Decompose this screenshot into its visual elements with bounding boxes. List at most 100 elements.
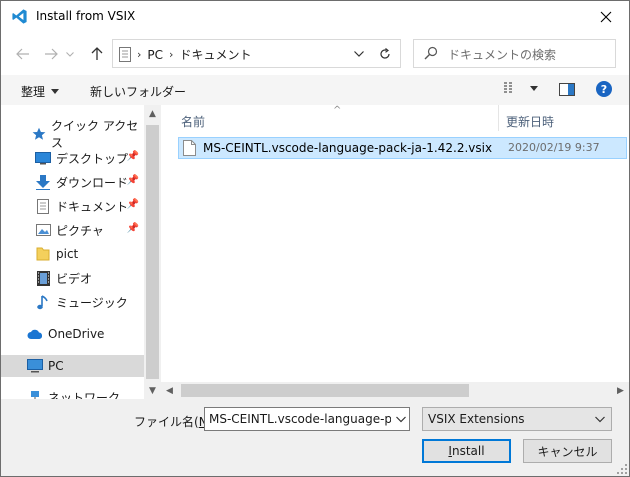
chevron-down-icon <box>595 416 605 423</box>
file-list-horizontal-scrollbar[interactable]: ◀ ▶ <box>161 382 629 399</box>
back-button[interactable] <box>13 44 33 64</box>
organize-menu-button[interactable]: 整理 <box>21 83 60 100</box>
document-icon <box>35 198 51 214</box>
pin-icon: 📌 <box>126 223 139 234</box>
cancel-button[interactable]: キャンセル <box>523 439 612 463</box>
sidebar-item-documents[interactable]: ドキュメント 📌 <box>1 195 144 217</box>
refresh-icon <box>380 47 390 59</box>
vscode-icon <box>12 9 27 24</box>
network-icon <box>27 389 43 399</box>
dialog-footer: ファイル名(N): MS-CEINTL.vscode-language-pack… <box>1 399 629 476</box>
chevron-down-icon[interactable] <box>396 412 406 426</box>
scroll-left-icon[interactable]: ◀ <box>161 382 178 399</box>
address-bar[interactable]: › PC › ドキュメント <box>112 39 372 68</box>
sidebar-item-pictures[interactable]: ピクチャ 📌 <box>1 219 144 241</box>
cloud-icon <box>27 326 43 342</box>
arrow-up-icon <box>91 47 103 60</box>
nav-onedrive-label: OneDrive <box>48 327 105 341</box>
nav-network-label: ネットワーク <box>48 390 121 400</box>
main-area: クイック アクセス デスクトップ 📌 ダウンロード 📌 ドキュメント 📌 ピクチ… <box>1 105 629 399</box>
scroll-up-icon[interactable]: ▲ <box>144 105 161 122</box>
filetype-value: VSIX Extensions <box>428 412 525 426</box>
sort-ascending-icon: ^ <box>333 105 342 116</box>
window-title: Install from VSIX <box>36 9 136 23</box>
column-header: ^ 名前 更新日時 <box>161 105 629 131</box>
chevron-down-icon <box>354 51 364 57</box>
breadcrumb-documents[interactable]: ドキュメント <box>179 46 251 63</box>
column-divider[interactable] <box>498 105 499 131</box>
music-icon <box>35 294 51 310</box>
pin-icon: 📌 <box>126 151 139 162</box>
title-bar: Install from VSIX <box>1 1 629 33</box>
sidebar-item-downloads[interactable]: ダウンロード 📌 <box>1 171 144 193</box>
resize-grip-icon[interactable] <box>617 464 627 474</box>
filetype-select[interactable]: VSIX Extensions <box>422 407 612 431</box>
recent-locations-button[interactable] <box>64 44 76 64</box>
view-list-icon <box>504 82 512 93</box>
up-button[interactable] <box>87 44 107 64</box>
breadcrumb-pc[interactable]: PC <box>147 48 163 62</box>
file-icon <box>183 140 196 156</box>
address-dropdown-button[interactable] <box>351 46 367 62</box>
search-placeholder: ドキュメントの検索 <box>448 48 557 62</box>
chevron-down-icon <box>66 51 74 57</box>
install-button[interactable]: Install <box>422 439 511 463</box>
install-from-vsix-dialog: Install from VSIX › PC › ドキュメント ドキュメントの検… <box>0 0 630 477</box>
sidebar-item-videos[interactable]: ビデオ <box>1 267 144 289</box>
sidebar-item-label: ビデオ <box>56 271 93 286</box>
close-button[interactable] <box>583 1 629 33</box>
document-icon <box>119 47 131 62</box>
video-icon <box>35 270 51 286</box>
sidebar-item-label: ミュージック <box>56 295 128 310</box>
forward-button[interactable] <box>41 44 61 64</box>
sidebar-item-label: pict <box>56 247 79 261</box>
nav-network[interactable]: ネットワーク <box>1 386 144 399</box>
navigation-pane: クイック アクセス デスクトップ 📌 ダウンロード 📌 ドキュメント 📌 ピクチ… <box>1 105 144 399</box>
caret-down-icon <box>51 89 60 94</box>
filename-input[interactable]: MS-CEINTL.vscode-language-pack <box>204 407 410 431</box>
sidebar-item-label: ダウンロード <box>56 175 129 190</box>
command-bar: 整理 新しいフォルダー ? <box>1 75 629 106</box>
scroll-right-icon[interactable]: ▶ <box>612 382 629 399</box>
download-icon <box>35 174 51 190</box>
sidebar-item-desktop[interactable]: デスクトップ 📌 <box>1 147 144 169</box>
sidebar-item-label: ピクチャ <box>56 223 104 238</box>
refresh-button[interactable] <box>370 39 401 68</box>
nav-pc[interactable]: PC <box>1 355 144 377</box>
organize-label: 整理 <box>21 85 46 99</box>
column-name-header[interactable]: 名前 <box>181 113 205 130</box>
sidebar-item-pict[interactable]: pict <box>1 243 144 265</box>
file-list: ^ 名前 更新日時 MS-CEINTL.vscode-language-pack… <box>161 105 629 399</box>
file-name: MS-CEINTL.vscode-language-pack-ja-1.42.2… <box>203 141 493 155</box>
new-folder-button[interactable]: 新しいフォルダー <box>90 83 186 100</box>
nav-quick-access[interactable]: クイック アクセス <box>1 119 144 150</box>
caret-down-icon <box>530 85 538 91</box>
close-icon <box>600 11 612 23</box>
sidebar-item-label: デスクトップ <box>56 151 129 166</box>
view-options-button[interactable] <box>504 82 538 94</box>
scrollbar-thumb[interactable] <box>181 384 469 397</box>
pin-icon: 📌 <box>126 199 139 210</box>
filename-value: MS-CEINTL.vscode-language-pack <box>209 412 391 426</box>
navigation-bar: › PC › ドキュメント ドキュメントの検索 <box>1 33 629 75</box>
navigation-scrollbar[interactable]: ▲ ▼ <box>144 105 161 399</box>
arrow-right-icon <box>45 48 58 60</box>
search-box[interactable]: ドキュメントの検索 <box>413 39 616 68</box>
scroll-down-icon[interactable]: ▼ <box>144 382 161 399</box>
help-icon[interactable]: ? <box>596 81 612 97</box>
sidebar-item-music[interactable]: ミュージック <box>1 291 144 313</box>
nav-quick-access-label: クイック アクセス <box>51 119 139 150</box>
nav-onedrive[interactable]: OneDrive <box>1 323 144 345</box>
nav-pc-label: PC <box>48 359 64 373</box>
scrollbar-thumb[interactable] <box>146 125 159 379</box>
folder-icon <box>35 246 51 262</box>
sidebar-item-label: ドキュメント <box>56 199 129 214</box>
desktop-icon <box>35 150 51 166</box>
column-date-header[interactable]: 更新日時 <box>506 113 554 130</box>
file-row[interactable]: MS-CEINTL.vscode-language-pack-ja-1.42.2… <box>178 137 627 159</box>
preview-pane-icon[interactable] <box>559 83 575 96</box>
breadcrumb-separator: › <box>169 48 174 61</box>
breadcrumb-separator: › <box>137 48 142 61</box>
pin-icon: 📌 <box>126 175 139 186</box>
computer-icon <box>27 358 43 374</box>
